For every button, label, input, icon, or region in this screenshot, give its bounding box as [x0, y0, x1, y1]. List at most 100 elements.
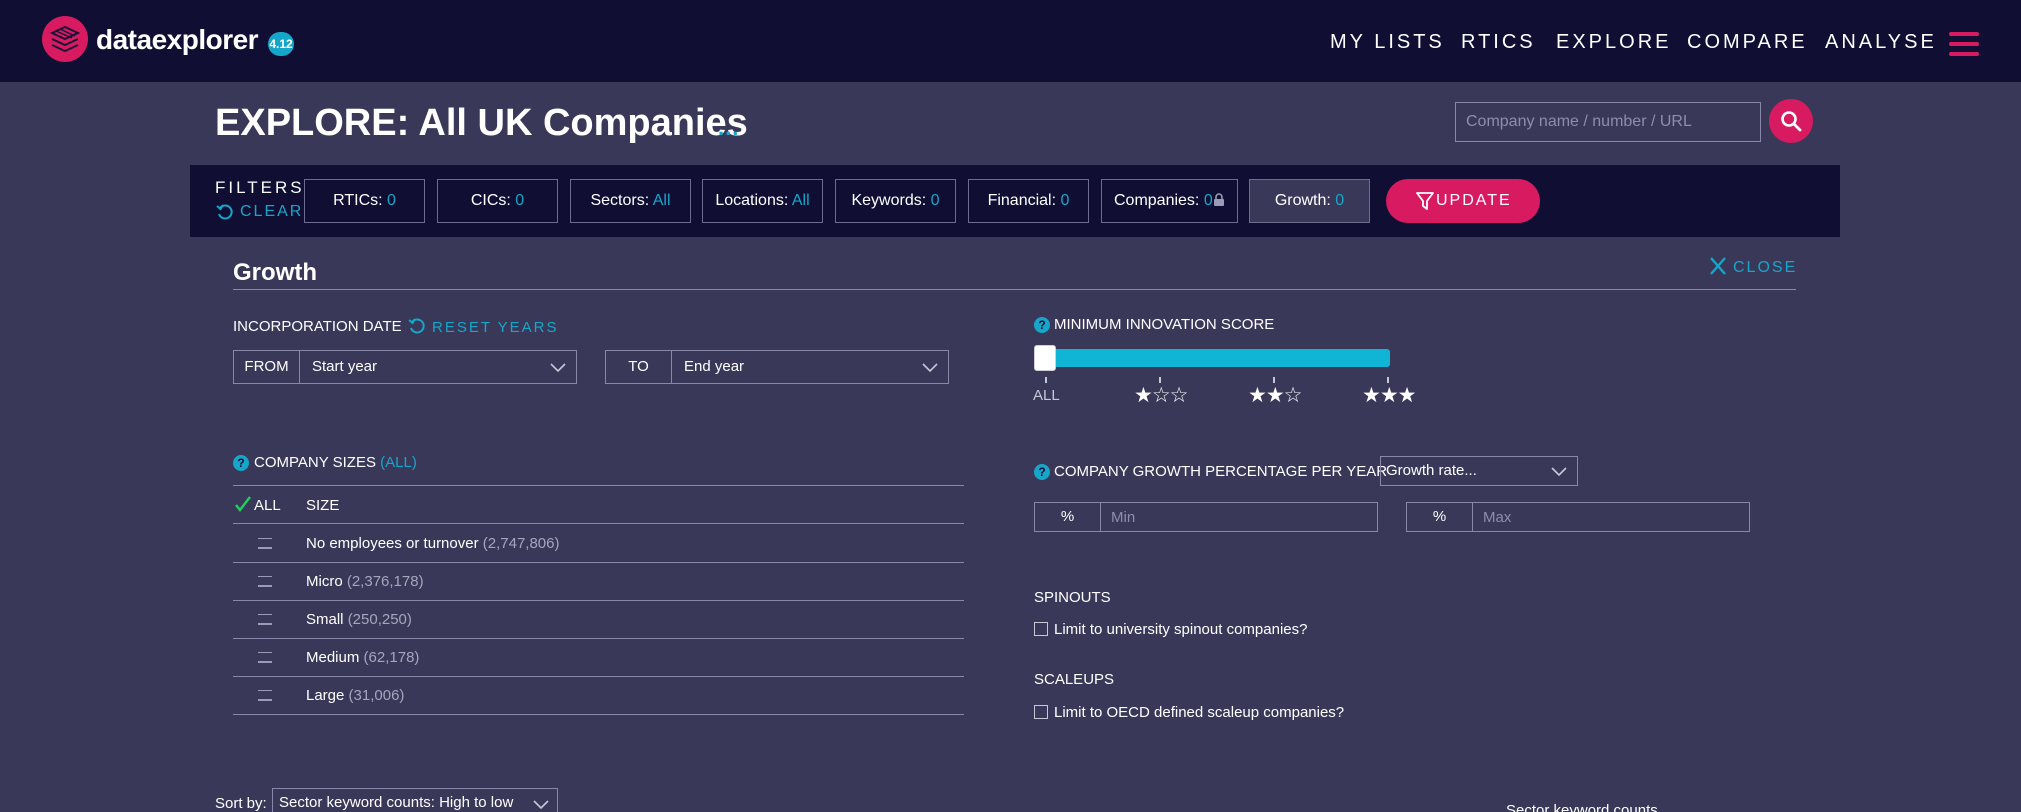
row-toggle-icon[interactable]	[258, 547, 272, 549]
row-toggle-icon[interactable]	[258, 614, 272, 615]
row-toggle-icon[interactable]	[258, 576, 272, 577]
size-count: (250,250)	[347, 611, 412, 628]
end-year-select[interactable]: End year	[671, 350, 949, 384]
chip-value: 0	[1203, 192, 1213, 209]
chip-label: Sectors:	[590, 192, 650, 209]
row-toggle-icon[interactable]	[258, 623, 272, 625]
update-button[interactable]: UPDATE	[1386, 179, 1540, 223]
size-row-label: Micro (2,376,178)	[306, 572, 424, 592]
search-button[interactable]	[1769, 99, 1813, 143]
chip-value: 0	[930, 192, 940, 209]
incorporation-date-label: INCORPORATION DATE	[233, 318, 402, 335]
max-growth-input[interactable]	[1472, 502, 1750, 532]
spinouts-label: SPINOUTS	[1034, 589, 1111, 606]
refresh-icon	[408, 318, 425, 334]
scaleups-label: SCALEUPS	[1034, 671, 1115, 688]
company-search-input[interactable]	[1455, 102, 1761, 142]
table-divider	[233, 676, 964, 677]
row-toggle-icon[interactable]	[258, 661, 272, 663]
star-icon: ★★★	[1362, 384, 1416, 407]
slider-tick	[1045, 377, 1047, 383]
size-row-label: Large (31,006)	[306, 686, 404, 706]
growth-percentage-label: COMPANY GROWTH PERCENTAGE PER YEAR	[1054, 463, 1388, 480]
row-toggle-icon[interactable]	[258, 585, 272, 587]
start-year-select[interactable]: Start year	[299, 350, 577, 384]
size-count: (2,376,178)	[346, 573, 424, 590]
filters-label: FILTERS	[215, 178, 305, 197]
filter-chip-locations[interactable]: Locations: All	[702, 179, 823, 223]
lock-icon	[1214, 193, 1224, 206]
help-icon[interactable]: ?	[1034, 464, 1050, 480]
title-options-icon[interactable]: ...	[718, 117, 739, 139]
sort-by-label: Sort by:	[215, 795, 267, 812]
chip-label: Keywords:	[851, 192, 927, 209]
help-icon[interactable]: ?	[1034, 317, 1050, 333]
slider-tick	[1159, 377, 1161, 383]
size-name: Large	[306, 687, 345, 704]
refresh-icon	[216, 204, 233, 220]
close-label: CLOSE	[1733, 259, 1798, 276]
reset-years-label: RESET YEARS	[432, 319, 559, 336]
filter-chip-cics[interactable]: CICs: 0	[437, 179, 558, 223]
innovation-slider-track[interactable]	[1034, 349, 1390, 367]
spinouts-option-label[interactable]: Limit to university spinout companies?	[1054, 620, 1307, 640]
select-all-sizes-label[interactable]: ALL	[254, 496, 281, 516]
chevron-down-icon	[1551, 467, 1567, 477]
nav-compare[interactable]: COMPARE	[1687, 30, 1808, 54]
filter-chip-financial[interactable]: Financial: 0	[968, 179, 1089, 223]
size-row-label: Medium (62,178)	[306, 648, 419, 668]
nav-analyse[interactable]: ANALYSE	[1825, 30, 1937, 54]
spinouts-checkbox[interactable]	[1034, 622, 1048, 636]
help-icon[interactable]: ?	[233, 455, 249, 471]
size-row-label: Small (250,250)	[306, 610, 412, 630]
filter-chip-keywords[interactable]: Keywords: 0	[835, 179, 956, 223]
panel-divider	[233, 289, 1796, 290]
row-toggle-icon[interactable]	[258, 690, 272, 691]
star-icon: ★☆☆	[1134, 384, 1188, 407]
size-row-label: No employees or turnover (2,747,806)	[306, 534, 560, 554]
innovation-slider-handle[interactable]	[1034, 345, 1056, 371]
table-divider	[233, 562, 964, 563]
size-name: Small	[306, 611, 344, 628]
filter-chip-growth[interactable]: Growth: 0	[1249, 179, 1370, 223]
filter-chip-sectors[interactable]: Sectors: All	[570, 179, 691, 223]
min-growth-input[interactable]	[1100, 502, 1378, 532]
size-name: Medium	[306, 649, 360, 666]
check-icon[interactable]	[235, 496, 251, 512]
chip-value: 0	[1335, 192, 1345, 209]
nav-explore[interactable]: EXPLORE	[1556, 30, 1671, 54]
chip-value: 0	[1060, 192, 1070, 209]
nav-rtics[interactable]: RTICS	[1461, 30, 1536, 54]
sort-select[interactable]: Sector keyword counts: High to low	[272, 788, 558, 812]
min-percent-unit: %	[1034, 502, 1101, 532]
chip-label: Growth:	[1274, 192, 1331, 209]
tick-label-all: ALL	[1033, 387, 1060, 404]
chip-label: Financial:	[987, 192, 1057, 209]
filter-chip-rtics[interactable]: RTICs: 0	[304, 179, 425, 223]
size-name: No employees or turnover	[306, 535, 479, 552]
dataexplorer-logo-icon[interactable]	[42, 16, 88, 62]
scaleups-option-label[interactable]: Limit to OECD defined scaleup companies?	[1054, 703, 1344, 723]
chip-label: Locations:	[715, 192, 789, 209]
filter-icon	[1416, 192, 1434, 210]
chip-label: RTICs:	[333, 192, 383, 209]
app-name[interactable]: dataexplorer	[96, 24, 259, 56]
sector-keyword-counts-header: Sector keyword counts	[1506, 802, 1658, 812]
size-name: Micro	[306, 573, 343, 590]
growth-rate-select[interactable]: Growth rate...	[1380, 456, 1578, 486]
nav-my-lists[interactable]: MY LISTS	[1330, 30, 1445, 54]
star-icon: ★★☆	[1248, 384, 1302, 407]
row-toggle-icon[interactable]	[258, 538, 272, 539]
table-divider	[233, 638, 964, 639]
size-column-header: SIZE	[306, 497, 340, 514]
table-divider	[233, 714, 964, 715]
max-percent-unit: %	[1406, 502, 1473, 532]
row-toggle-icon[interactable]	[258, 699, 272, 701]
scaleups-checkbox[interactable]	[1034, 705, 1048, 719]
hamburger-icon[interactable]	[1949, 32, 1979, 56]
chevron-down-icon	[550, 363, 566, 373]
company-sizes-filter-link[interactable]: (ALL)	[380, 454, 417, 471]
size-count: (2,747,806)	[482, 535, 560, 552]
row-toggle-icon[interactable]	[258, 652, 272, 653]
chevron-down-icon	[533, 800, 549, 810]
